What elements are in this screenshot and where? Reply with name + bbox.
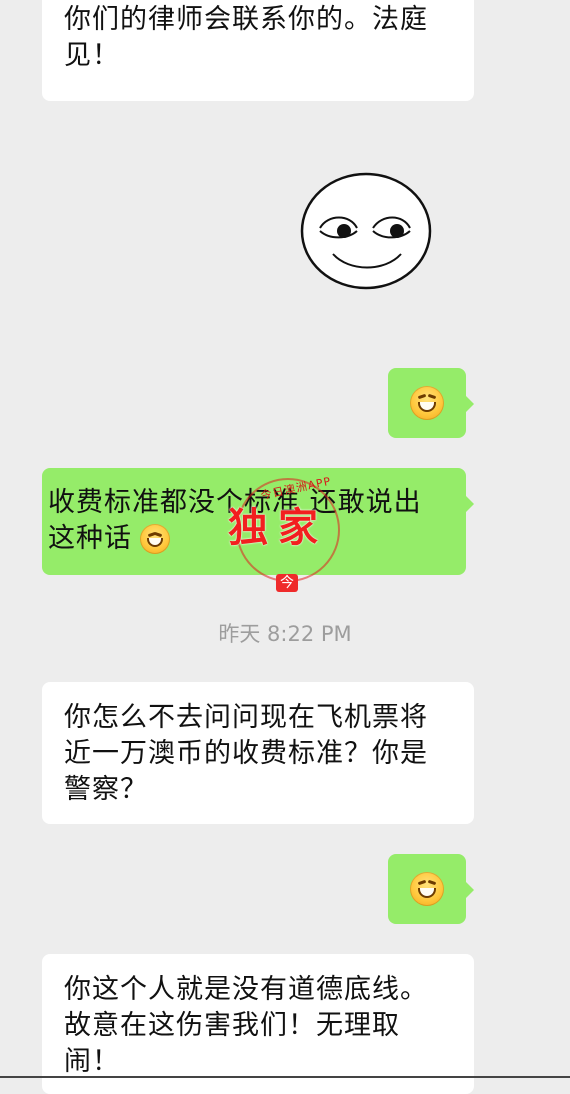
message-bubble-outgoing-emoji-1[interactable] [388,368,474,438]
chat-area: 你们的律师会联系你的。法庭 见！ 收费标准都没个标准 还敢说出 这种话 今日澳洲… [0,0,570,1094]
message-timestamp: 昨天 8:22 PM [218,622,352,646]
message-bubble-outgoing-1[interactable]: 收费标准都没个标准 还敢说出 这种话 [42,468,474,575]
message-bubble-incoming-2[interactable]: 你怎么不去问问现在飞机票将 近一万澳币的收费标准？你是 警察？ [42,682,474,824]
message-text: 收费标准都没个标准 还敢说出 这种话 [48,487,422,554]
grinning-face-emoji [410,872,444,906]
grinning-face-emoji [410,386,444,420]
message-bubble-incoming-3[interactable]: 你这个人就是没有道德底线。 故意在这伤害我们！无理取 闹！ [42,954,474,1094]
grinning-face-emoji [140,524,170,554]
message-text: 你怎么不去问问现在飞机票将 近一万澳币的收费标准？你是 警察？ [64,702,428,805]
smug-face-sticker[interactable] [300,172,432,290]
message-text: 你这个人就是没有道德底线。 故意在这伤害我们！无理取 闹！ [64,974,428,1077]
message-bubble-outgoing-emoji-2[interactable] [388,854,474,924]
watermark-badge: 今 [276,574,298,592]
message-text: 你们的律师会联系你的。法庭 见！ [64,4,428,71]
message-bubble-incoming-1[interactable]: 你们的律师会联系你的。法庭 见！ [42,0,474,101]
